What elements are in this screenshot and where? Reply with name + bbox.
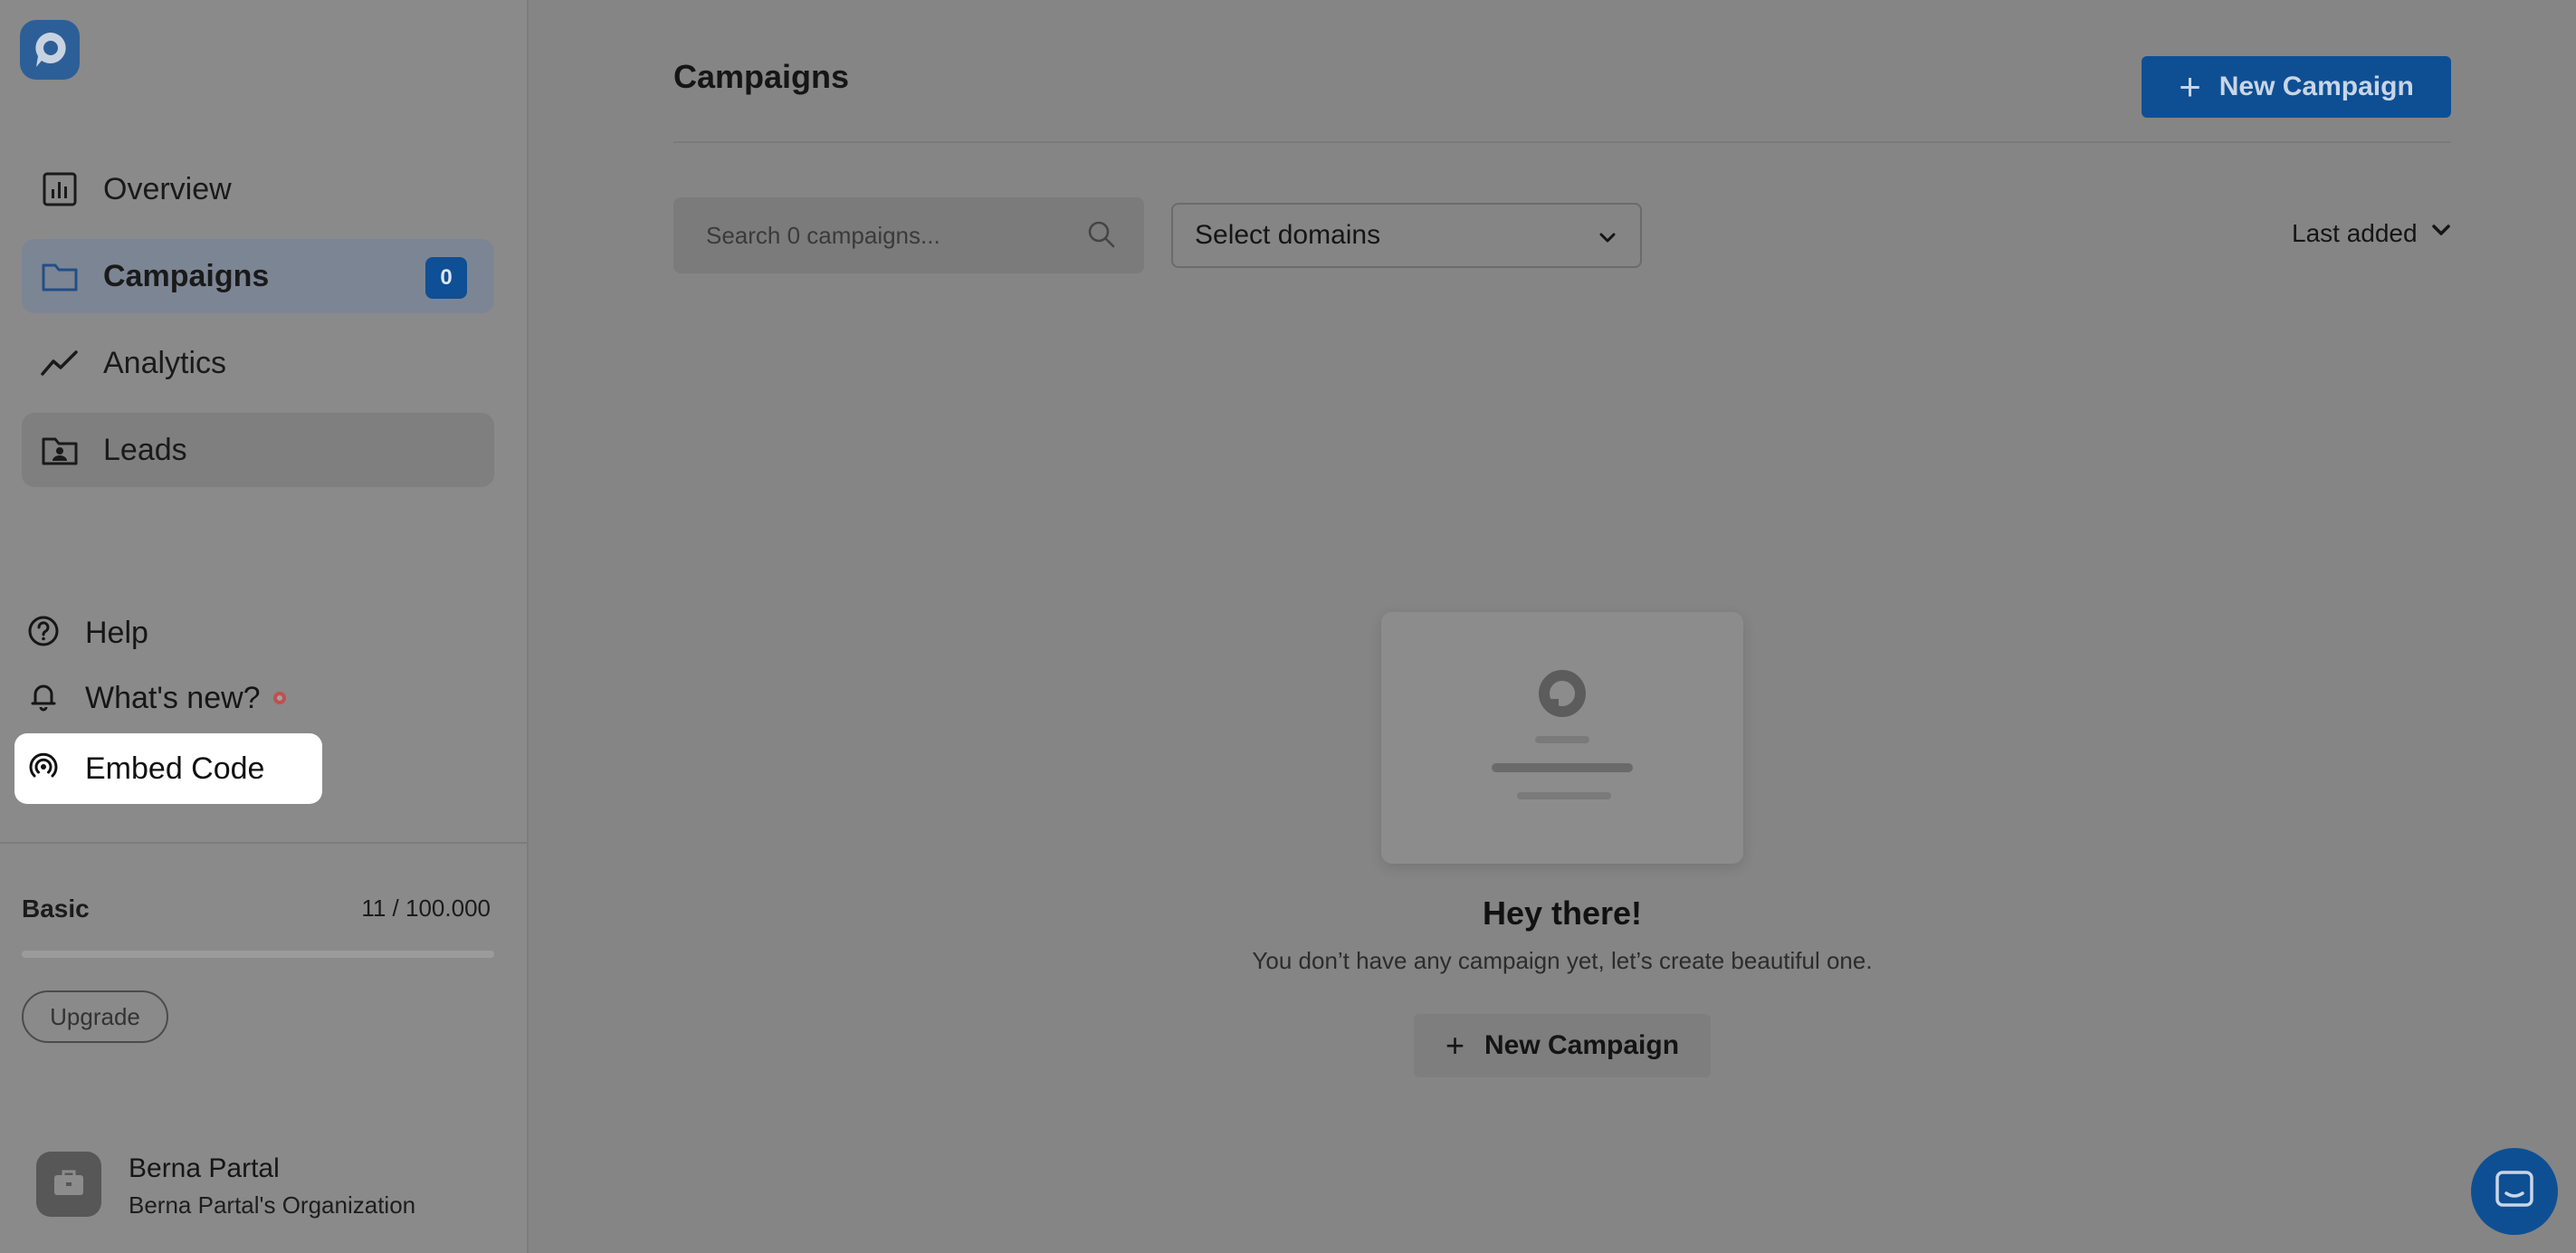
sidebar-item-label: Analytics	[103, 345, 227, 380]
sidebar-divider	[0, 842, 529, 844]
sort-dropdown[interactable]: Last added	[2292, 217, 2454, 249]
sidebar-item-overview[interactable]: Overview	[22, 152, 494, 226]
plan-usage: 11 / 100.000	[361, 894, 491, 922]
whats-new-label: What's new?	[85, 680, 261, 715]
page-title: Campaigns	[673, 58, 850, 95]
plus-icon: +	[1445, 1027, 1465, 1064]
sidebar-item-label: Campaigns	[103, 258, 270, 293]
user-organization: Berna Partal's Organization	[129, 1191, 416, 1219]
folder-icon	[40, 256, 80, 296]
sidebar-item-leads[interactable]: Leads	[22, 413, 494, 487]
campaign-search[interactable]	[673, 197, 1144, 273]
contact-folder-icon	[40, 430, 80, 470]
empty-state-illustration	[1381, 612, 1743, 864]
sidebar-item-label: Overview	[103, 171, 232, 206]
empty-new-campaign-button[interactable]: + New Campaign	[1414, 1014, 1711, 1077]
empty-new-campaign-label: New Campaign	[1484, 1030, 1680, 1060]
campaign-placeholder-icon	[1492, 670, 1633, 799]
embed-code-link[interactable]: Embed Code	[14, 733, 322, 804]
domain-select-value: Select domains	[1195, 220, 1381, 250]
sidebar-item-analytics[interactable]: Analytics	[22, 326, 494, 400]
sidebar-item-label: Leads	[103, 432, 187, 467]
new-campaign-label: New Campaign	[2218, 72, 2414, 101]
plan-usage-bar	[22, 951, 494, 958]
sort-label: Last added	[2292, 218, 2418, 247]
briefcase-icon	[52, 1168, 85, 1201]
help-link[interactable]: Help	[14, 598, 203, 668]
help-icon	[27, 615, 60, 652]
plan-name: Basic	[22, 894, 90, 923]
chat-widget-button[interactable]	[2471, 1148, 2558, 1235]
chevron-down-icon	[2428, 217, 2454, 249]
empty-state-title: Hey there!	[1482, 894, 1643, 932]
new-campaign-button[interactable]: + New Campaign	[2142, 56, 2451, 118]
notification-dot	[272, 692, 286, 704]
domain-select[interactable]: Select domains	[1171, 203, 1642, 268]
user-name: Berna Partal	[129, 1153, 280, 1183]
search-input[interactable]	[704, 220, 1070, 251]
chevron-down-icon	[1597, 225, 1618, 255]
trend-icon	[40, 343, 80, 383]
chat-icon	[2494, 1169, 2535, 1215]
header-divider	[673, 141, 2451, 143]
chart-icon	[40, 169, 80, 209]
plus-icon: +	[2179, 65, 2201, 108]
campaign-count-badge: 0	[425, 257, 467, 299]
bell-icon	[27, 680, 60, 717]
embed-code-label: Embed Code	[85, 751, 265, 786]
embed-icon	[27, 751, 60, 788]
upgrade-button[interactable]: Upgrade	[22, 990, 168, 1043]
whats-new-link[interactable]: What's new?	[14, 663, 340, 733]
sidebar-item-campaigns[interactable]: Campaigns 0	[22, 239, 494, 313]
search-icon[interactable]	[1086, 219, 1117, 254]
avatar[interactable]	[36, 1152, 101, 1217]
app-logo[interactable]	[20, 20, 80, 80]
sidebar: Overview Campaigns 0 Analytics Leads Hel…	[0, 0, 529, 1253]
empty-state-subtitle: You don’t have any campaign yet, let’s c…	[1252, 947, 1873, 974]
help-label: Help	[85, 615, 148, 650]
